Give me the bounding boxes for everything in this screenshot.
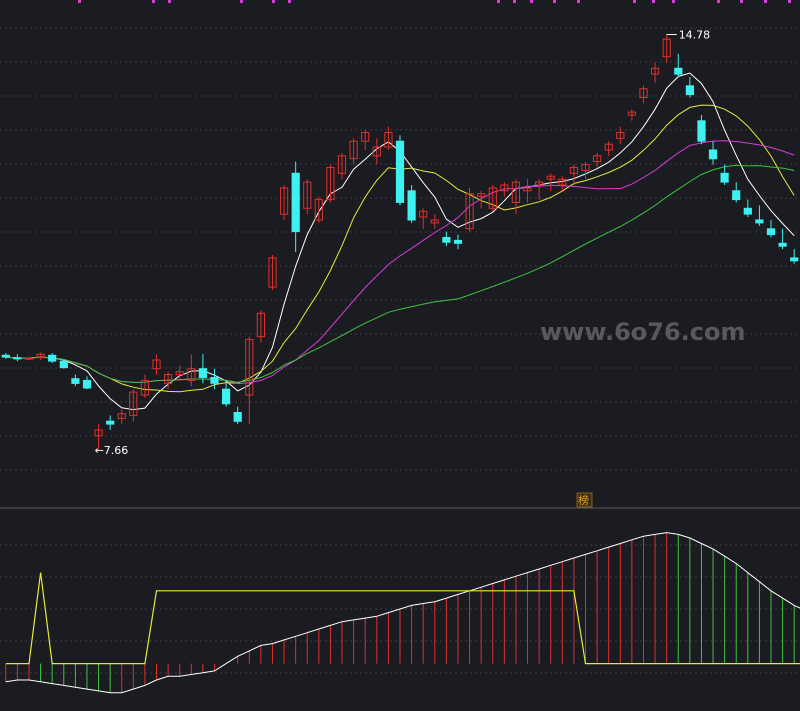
top-marker [78, 0, 81, 3]
top-marker [530, 0, 533, 3]
top-marker [497, 0, 500, 3]
top-marker [764, 0, 767, 3]
top-marker [240, 0, 243, 3]
candle-body-down [291, 172, 300, 233]
candle [395, 135, 405, 206]
candle-body-up [24, 357, 34, 360]
marker-badge: 榜 [576, 492, 593, 508]
candle [59, 360, 68, 369]
top-marker [672, 0, 675, 3]
top-marker [652, 0, 655, 3]
candle-body-down [442, 237, 451, 243]
candle-body-down [778, 242, 787, 247]
candle-body-down [766, 228, 776, 236]
candlestick-chart: 14.78 ←7.66 www.6o76.com 榜 [0, 0, 800, 707]
low-price-label: ←7.66 [95, 444, 129, 457]
candle-body-down [198, 368, 208, 379]
candle-body-down [395, 140, 405, 203]
top-marker [288, 0, 291, 3]
top-marker [788, 0, 791, 3]
candle-body-down [13, 357, 22, 360]
chart-background [0, 0, 800, 707]
candle-body-down [106, 420, 115, 425]
stock-chart-window: 14.78 ←7.66 www.6o76.com 榜 [0, 0, 800, 707]
candle [407, 185, 416, 223]
marker-badge-label: 榜 [578, 493, 589, 507]
watermark-text: www.6o76.com [540, 318, 746, 346]
high-price-label: 14.78 [679, 29, 711, 42]
watermark: www.6o76.com [540, 318, 746, 346]
candle-body-down [407, 190, 416, 221]
top-marker [513, 0, 516, 3]
top-marker [168, 0, 171, 3]
candle-body-down [453, 239, 463, 244]
top-marker [272, 0, 275, 3]
candle-body-down [743, 207, 752, 215]
candle-body-down [720, 172, 729, 183]
candle-body-down [48, 354, 57, 362]
top-marker [740, 0, 743, 3]
top-marker [633, 0, 636, 3]
candle-body-down [233, 412, 242, 422]
candle-body-down [708, 149, 718, 160]
top-marker [553, 0, 556, 3]
candle-body-down [674, 67, 683, 75]
candle-body-down [210, 377, 219, 384]
candle-body-down [71, 378, 80, 384]
top-marker [152, 0, 155, 3]
candle-body-down [1, 354, 10, 358]
candle-body-down [222, 388, 231, 405]
candle-body-down [82, 379, 92, 389]
candle-body-down [697, 120, 706, 142]
candle-body-down [790, 257, 799, 262]
top-marker [577, 0, 580, 3]
candle-body-down [685, 85, 694, 96]
candle-body-down [59, 360, 68, 369]
candle-body-down [732, 190, 741, 201]
top-marker [717, 0, 720, 3]
candle-body-down [755, 219, 764, 224]
